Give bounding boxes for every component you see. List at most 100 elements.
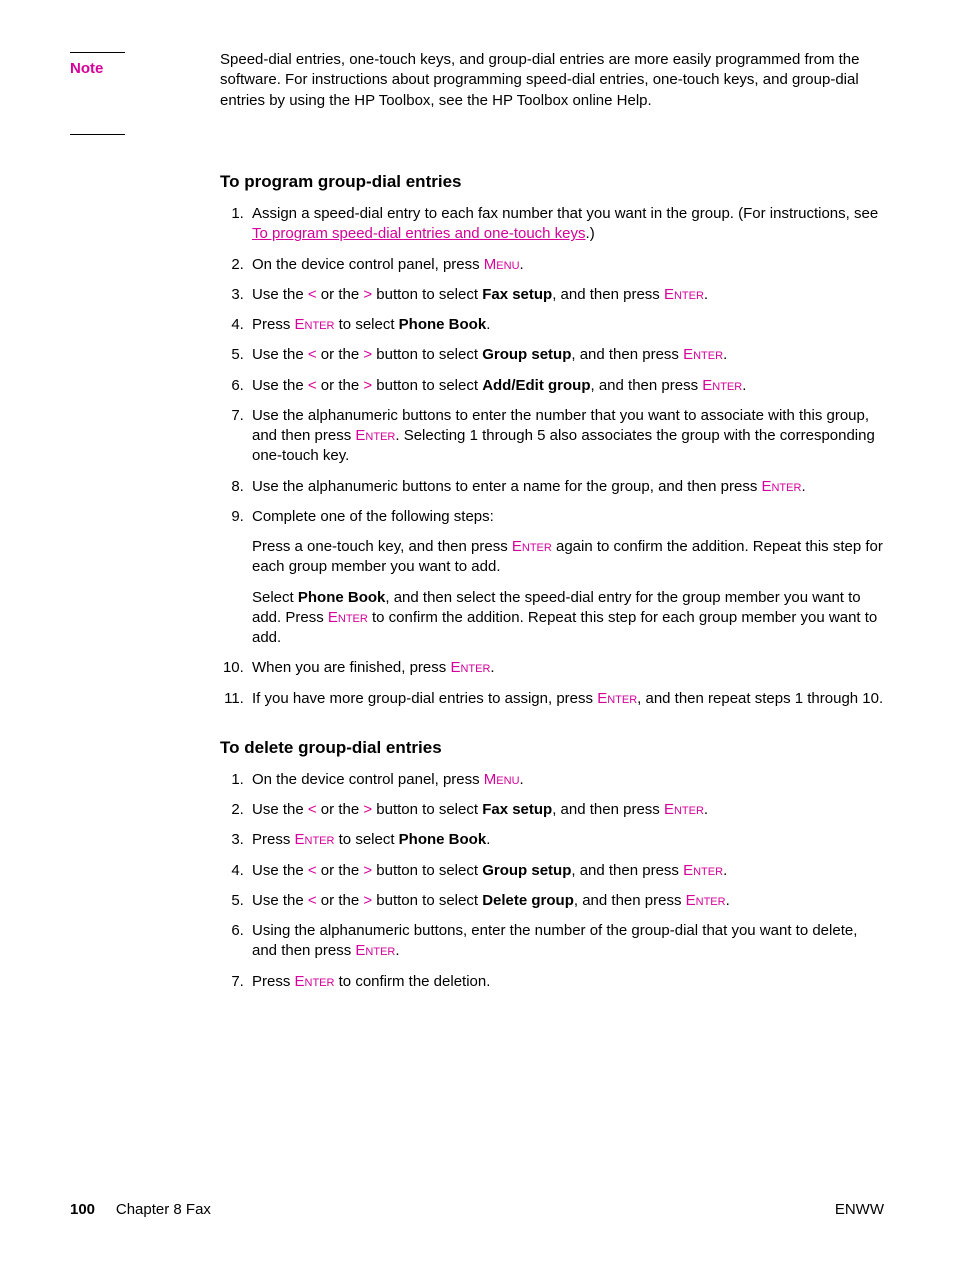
key-enter: Enter xyxy=(683,346,723,363)
note-rule-top xyxy=(70,52,125,53)
key-left: < xyxy=(308,346,317,363)
step-text: or the xyxy=(317,801,364,818)
page-number: 100 xyxy=(70,1201,95,1218)
step-text: to select xyxy=(334,316,398,333)
step-text: Select xyxy=(252,589,298,606)
key-left: < xyxy=(308,862,317,879)
step-text: Use the xyxy=(252,346,308,363)
link-speed-dial-entries[interactable]: To program speed-dial entries and one-to… xyxy=(252,225,586,242)
step-text: . xyxy=(801,478,805,495)
step-text: , and then press xyxy=(574,892,686,909)
step-text: .) xyxy=(586,225,595,242)
step-text: Assign a speed-dial entry to each fax nu… xyxy=(252,205,878,222)
note-label: Note xyxy=(70,60,103,77)
bold-term: Delete group xyxy=(482,892,574,909)
key-enter: Enter xyxy=(295,316,335,333)
step-text: When you are finished, press xyxy=(252,659,450,676)
bold-term: Group setup xyxy=(482,862,571,879)
key-left: < xyxy=(308,377,317,394)
step-text: Use the xyxy=(252,801,308,818)
list-item: If you have more group-dial entries to a… xyxy=(248,689,884,709)
step-text: . xyxy=(486,316,490,333)
list-item: Using the alphanumeric buttons, enter th… xyxy=(248,921,884,962)
list-item: Complete one of the following steps: Pre… xyxy=(248,507,884,649)
sub-paragraph: Press a one-touch key, and then press En… xyxy=(252,537,884,578)
step-text: . xyxy=(704,801,708,818)
step-text: to confirm the deletion. xyxy=(334,973,490,990)
list-item: Use the < or the > button to select Dele… xyxy=(248,891,884,911)
sub-paragraph: Select Phone Book, and then select the s… xyxy=(252,588,884,649)
step-text: , and then press xyxy=(571,862,683,879)
step-text: . xyxy=(704,286,708,303)
step-text: or the xyxy=(317,346,364,363)
step-text: . xyxy=(520,771,524,788)
step-text: , and then press xyxy=(591,377,703,394)
footer-right: ENWW xyxy=(835,1200,884,1220)
key-right: > xyxy=(363,892,372,909)
heading-program-group-dial: To program group-dial entries xyxy=(220,171,884,194)
step-text: Use the xyxy=(252,286,308,303)
key-right: > xyxy=(363,286,372,303)
step-text: Press xyxy=(252,316,295,333)
step-text: . xyxy=(490,659,494,676)
step-text: button to select xyxy=(372,892,482,909)
list-item: Use the alphanumeric buttons to enter th… xyxy=(248,406,884,467)
key-enter: Enter xyxy=(597,690,637,707)
list-item: Press Enter to select Phone Book. xyxy=(248,830,884,850)
step-text: Use the alphanumeric buttons to enter a … xyxy=(252,478,761,495)
bold-term: Group setup xyxy=(482,346,571,363)
section-program-group-dial: To program group-dial entries Assign a s… xyxy=(220,171,884,709)
list-item: Use the < or the > button to select Grou… xyxy=(248,345,884,365)
step-text: Using the alphanumeric buttons, enter th… xyxy=(252,922,857,959)
bold-term: Phone Book xyxy=(298,589,386,606)
step-text: or the xyxy=(317,377,364,394)
key-menu: Menu xyxy=(484,771,520,788)
step-text: or the xyxy=(317,286,364,303)
bold-term: Phone Book xyxy=(399,831,487,848)
list-item: Use the < or the > button to select Fax … xyxy=(248,285,884,305)
step-text: , and then press xyxy=(571,346,683,363)
key-enter: Enter xyxy=(328,609,368,626)
key-left: < xyxy=(308,286,317,303)
list-item: Use the < or the > button to select Grou… xyxy=(248,861,884,881)
key-enter: Enter xyxy=(512,538,552,555)
bold-term: Fax setup xyxy=(482,801,552,818)
note-label-column: Note xyxy=(70,50,220,141)
step-text: On the device control panel, press xyxy=(252,256,484,273)
bold-term: Fax setup xyxy=(482,286,552,303)
list-item: Assign a speed-dial entry to each fax nu… xyxy=(248,204,884,245)
step-text: button to select xyxy=(372,377,482,394)
step-text: button to select xyxy=(372,862,482,879)
step-text: If you have more group-dial entries to a… xyxy=(252,690,597,707)
key-enter: Enter xyxy=(683,862,723,879)
step-text: . xyxy=(395,942,399,959)
list-item: Press Enter to select Phone Book. xyxy=(248,315,884,335)
key-enter: Enter xyxy=(355,942,395,959)
list-item: On the device control panel, press Menu. xyxy=(248,770,884,790)
list-item: Use the < or the > button to select Add/… xyxy=(248,376,884,396)
key-right: > xyxy=(363,801,372,818)
note-body: Speed-dial entries, one-touch keys, and … xyxy=(220,50,884,141)
key-enter: Enter xyxy=(702,377,742,394)
footer-left: 100 Chapter 8 Fax xyxy=(70,1200,211,1220)
list-item: On the device control panel, press Menu. xyxy=(248,255,884,275)
step-text: . xyxy=(742,377,746,394)
step-text: to select xyxy=(334,831,398,848)
step-text: . xyxy=(723,862,727,879)
list-item: Use the alphanumeric buttons to enter a … xyxy=(248,477,884,497)
step-text: button to select xyxy=(372,801,482,818)
key-left: < xyxy=(308,892,317,909)
list-item: Use the < or the > button to select Fax … xyxy=(248,800,884,820)
key-enter: Enter xyxy=(686,892,726,909)
list-item: Press Enter to confirm the deletion. xyxy=(248,972,884,992)
step-text: Complete one of the following steps: xyxy=(252,508,494,525)
step-text: , and then press xyxy=(552,801,664,818)
key-enter: Enter xyxy=(450,659,490,676)
list-item: When you are finished, press Enter. xyxy=(248,658,884,678)
key-enter: Enter xyxy=(664,801,704,818)
step-text: or the xyxy=(317,892,364,909)
key-right: > xyxy=(363,377,372,394)
step-text: button to select xyxy=(372,286,482,303)
key-right: > xyxy=(363,862,372,879)
step-text: Press xyxy=(252,831,295,848)
